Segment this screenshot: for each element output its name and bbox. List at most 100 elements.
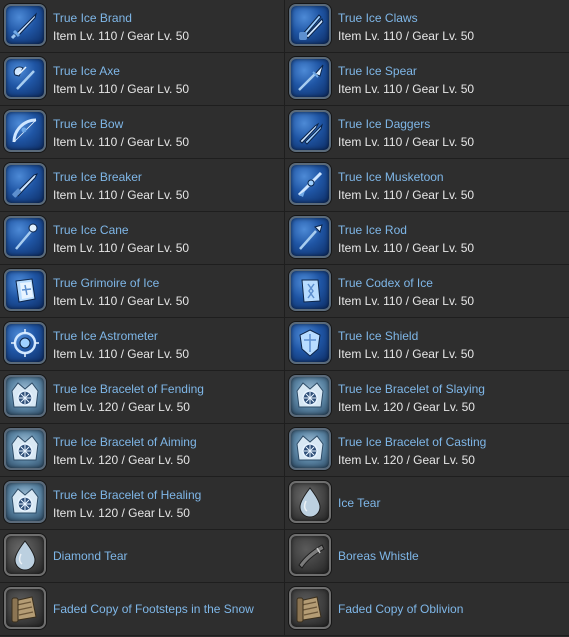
- item-text: True Ice Bracelet of Slaying Item Lv. 120…: [338, 380, 485, 416]
- item-name-link[interactable]: True Ice Brand: [53, 9, 189, 27]
- list-item[interactable]: Faded Copy of Oblivion: [284, 583, 569, 636]
- item-level: Item Lv. 110 / Gear Lv. 50: [53, 294, 190, 308]
- list-item[interactable]: True Ice Claws Item Lv. 110 / Gear Lv. 50: [284, 0, 569, 53]
- daggers-icon: [289, 110, 331, 152]
- bracelet-icon: [289, 375, 331, 417]
- item-level: Item Lv. 110 / Gear Lv. 50: [338, 82, 475, 96]
- list-item[interactable]: True Ice Bracelet of Casting Item Lv. 120…: [284, 424, 569, 477]
- list-item[interactable]: True Ice Bracelet of Fending Item Lv. 120…: [0, 371, 284, 424]
- item-text: True Grimoire of Ice Item Lv. 110 / Gear …: [53, 274, 189, 310]
- item-text: True Ice Brand Item Lv. 110 / Gear Lv. 50: [53, 9, 189, 45]
- list-item[interactable]: True Ice Bracelet of Aiming Item Lv. 120 …: [0, 424, 284, 477]
- item-name-link[interactable]: True Ice Daggers: [338, 115, 474, 133]
- item-text: True Ice Spear Item Lv. 110 / Gear Lv. 50: [338, 62, 474, 98]
- spear-icon: [289, 57, 331, 99]
- sword-icon: [4, 4, 46, 46]
- list-item[interactable]: True Codex of Ice Item Lv. 110 / Gear Lv.…: [284, 265, 569, 318]
- item-name-link[interactable]: Faded Copy of Footsteps in the Snow: [53, 600, 254, 618]
- item-name-link[interactable]: True Ice Rod: [338, 221, 474, 239]
- codex-icon: [289, 269, 331, 311]
- item-level: Item Lv. 110 / Gear Lv. 50: [53, 241, 190, 255]
- item-text: True Ice Claws Item Lv. 110 / Gear Lv. 50: [338, 9, 474, 45]
- tear-icon: [289, 481, 331, 523]
- item-text: True Ice Musketoon Item Lv. 110 / Gear Lv…: [338, 168, 474, 204]
- bracelet-icon: [289, 428, 331, 470]
- axe-icon: [4, 57, 46, 99]
- list-item[interactable]: True Ice Bow Item Lv. 110 / Gear Lv. 50: [0, 106, 284, 159]
- item-name-link[interactable]: True Ice Musketoon: [338, 168, 474, 186]
- item-level: Item Lv. 110 / Gear Lv. 50: [53, 135, 190, 149]
- item-name-link[interactable]: True Ice Spear: [338, 62, 474, 80]
- musket-icon: [289, 163, 331, 205]
- item-text: True Ice Bracelet of Casting Item Lv. 120…: [338, 433, 486, 469]
- grimoire-icon: [4, 269, 46, 311]
- item-name-link[interactable]: True Ice Bracelet of Healing: [53, 486, 201, 504]
- item-name-link[interactable]: True Grimoire of Ice: [53, 274, 189, 292]
- bracelet-icon: [4, 375, 46, 417]
- scroll-icon: [4, 587, 46, 629]
- item-name-link[interactable]: True Ice Axe: [53, 62, 189, 80]
- item-text: True Ice Shield Item Lv. 110 / Gear Lv. 5…: [338, 327, 474, 363]
- item-text: True Ice Axe Item Lv. 110 / Gear Lv. 50: [53, 62, 189, 98]
- scroll-icon: [289, 587, 331, 629]
- list-item[interactable]: True Ice Daggers Item Lv. 110 / Gear Lv. …: [284, 106, 569, 159]
- list-item[interactable]: True Ice Astrometer Item Lv. 110 / Gear L…: [0, 318, 284, 371]
- item-text: True Ice Daggers Item Lv. 110 / Gear Lv. …: [338, 115, 474, 151]
- list-item[interactable]: True Ice Axe Item Lv. 110 / Gear Lv. 50: [0, 53, 284, 106]
- claws-icon: [289, 4, 331, 46]
- list-item[interactable]: Ice Tear: [284, 477, 569, 530]
- item-level: Item Lv. 120 / Gear Lv. 50: [53, 506, 190, 520]
- item-text: True Ice Bracelet of Fending Item Lv. 120…: [53, 380, 204, 416]
- item-name-link[interactable]: Diamond Tear: [53, 547, 127, 565]
- item-name-link[interactable]: True Ice Claws: [338, 9, 474, 27]
- item-name-link[interactable]: True Ice Breaker: [53, 168, 189, 186]
- list-item[interactable]: Diamond Tear: [0, 530, 284, 583]
- item-list: True Ice Brand Item Lv. 110 / Gear Lv. 50…: [0, 0, 569, 636]
- item-name-link[interactable]: Faded Copy of Oblivion: [338, 600, 463, 618]
- list-item[interactable]: Faded Copy of Footsteps in the Snow: [0, 583, 284, 636]
- item-level: Item Lv. 120 / Gear Lv. 50: [53, 400, 190, 414]
- item-name-link[interactable]: True Ice Cane: [53, 221, 189, 239]
- item-text: True Ice Bracelet of Aiming Item Lv. 120 …: [53, 433, 197, 469]
- item-text: True Ice Bow Item Lv. 110 / Gear Lv. 50: [53, 115, 189, 151]
- item-level: Item Lv. 110 / Gear Lv. 50: [338, 241, 475, 255]
- list-item[interactable]: True Grimoire of Ice Item Lv. 110 / Gear …: [0, 265, 284, 318]
- list-item[interactable]: True Ice Rod Item Lv. 110 / Gear Lv. 50: [284, 212, 569, 265]
- item-level: Item Lv. 110 / Gear Lv. 50: [53, 82, 190, 96]
- item-text: True Ice Astrometer Item Lv. 110 / Gear L…: [53, 327, 189, 363]
- list-item[interactable]: True Ice Bracelet of Healing Item Lv. 120…: [0, 477, 284, 530]
- item-level: Item Lv. 110 / Gear Lv. 50: [338, 188, 475, 202]
- item-text: True Ice Cane Item Lv. 110 / Gear Lv. 50: [53, 221, 189, 257]
- item-text: True Ice Rod Item Lv. 110 / Gear Lv. 50: [338, 221, 474, 257]
- item-level: Item Lv. 110 / Gear Lv. 50: [338, 29, 475, 43]
- item-name-link[interactable]: True Ice Bracelet of Aiming: [53, 433, 197, 451]
- item-name-link[interactable]: Ice Tear: [338, 494, 380, 512]
- item-name-link[interactable]: True Codex of Ice: [338, 274, 474, 292]
- item-text: True Ice Breaker Item Lv. 110 / Gear Lv. …: [53, 168, 189, 204]
- list-item[interactable]: Boreas Whistle: [284, 530, 569, 583]
- item-name-link[interactable]: True Ice Astrometer: [53, 327, 189, 345]
- item-name-link[interactable]: True Ice Bracelet of Casting: [338, 433, 486, 451]
- item-name-link[interactable]: True Ice Bracelet of Fending: [53, 380, 204, 398]
- bracelet-icon: [4, 428, 46, 470]
- item-text: Ice Tear: [338, 494, 380, 512]
- item-level: Item Lv. 110 / Gear Lv. 50: [338, 135, 475, 149]
- list-item[interactable]: True Ice Shield Item Lv. 110 / Gear Lv. 5…: [284, 318, 569, 371]
- whistle-icon: [289, 534, 331, 576]
- list-item[interactable]: True Ice Breaker Item Lv. 110 / Gear Lv. …: [0, 159, 284, 212]
- list-item[interactable]: True Ice Spear Item Lv. 110 / Gear Lv. 50: [284, 53, 569, 106]
- item-name-link[interactable]: True Ice Bow: [53, 115, 189, 133]
- list-item[interactable]: True Ice Musketoon Item Lv. 110 / Gear Lv…: [284, 159, 569, 212]
- item-name-link[interactable]: True Ice Bracelet of Slaying: [338, 380, 485, 398]
- list-item[interactable]: True Ice Brand Item Lv. 110 / Gear Lv. 50: [0, 0, 284, 53]
- item-level: Item Lv. 120 / Gear Lv. 50: [338, 453, 475, 467]
- item-name-link[interactable]: Boreas Whistle: [338, 547, 419, 565]
- list-item[interactable]: True Ice Bracelet of Slaying Item Lv. 120…: [284, 371, 569, 424]
- gunblade-icon: [4, 163, 46, 205]
- list-item[interactable]: True Ice Cane Item Lv. 110 / Gear Lv. 50: [0, 212, 284, 265]
- astrometer-icon: [4, 322, 46, 364]
- item-name-link[interactable]: True Ice Shield: [338, 327, 474, 345]
- item-level: Item Lv. 120 / Gear Lv. 50: [338, 400, 475, 414]
- bow-icon: [4, 110, 46, 152]
- item-text: True Ice Bracelet of Healing Item Lv. 120…: [53, 486, 201, 522]
